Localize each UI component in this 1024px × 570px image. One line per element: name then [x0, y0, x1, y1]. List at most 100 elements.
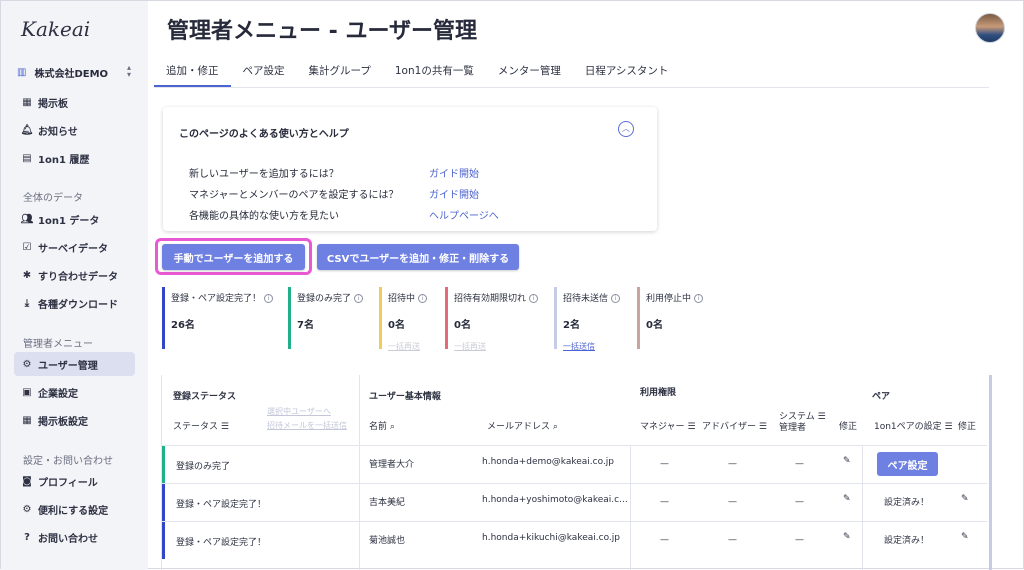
sidebar-item-alignment[interactable]: ✱ すり合わせデータ	[14, 263, 135, 287]
search-icon[interactable]: ⌕	[390, 422, 395, 432]
gear-icon: ⚙	[22, 503, 32, 515]
row-email: h.honda+kikuchi@kakeai.co.jp	[482, 533, 620, 543]
row-status: 登録・ペア設定完了！	[176, 538, 267, 548]
row-email: h.honda+yoshimoto@kakeai.c...	[482, 495, 628, 505]
tab-pair-settings[interactable]: ペア設定	[231, 55, 297, 87]
stat-label: 利用停止中	[646, 294, 692, 304]
edit-pencil-icon[interactable]: ✎	[843, 494, 851, 504]
table-row[interactable]: 登録・ペア設定完了！ 菊池誠也 h.honda+kikuchi@kakeai.c…	[162, 521, 987, 559]
info-icon[interactable]: i	[354, 294, 364, 303]
sidebar-item-preferences[interactable]: ⚙ 便利にする設定	[14, 497, 135, 521]
edit-pencil-icon[interactable]: ✎	[961, 494, 969, 504]
survey-icon: ☑	[22, 241, 32, 253]
col-header-pair-setting[interactable]: 1on1ペアの設定 ☰	[874, 419, 953, 432]
sidebar-item-contact[interactable]: ? お問い合わせ	[14, 525, 135, 549]
edit-pencil-icon[interactable]: ✎	[961, 532, 969, 542]
col-header-name[interactable]: 名前 ⌕	[369, 419, 395, 432]
company-icon: ▣	[22, 386, 32, 398]
row-sysadmin: —	[795, 497, 804, 507]
sidebar-item-history[interactable]: ▤ 1on1 履歴	[14, 146, 135, 170]
info-icon[interactable]: i	[611, 294, 621, 303]
sidebar-item-label: お問い合わせ	[38, 533, 98, 545]
board-settings-icon: ▦	[22, 414, 32, 426]
row-advisor: —	[728, 535, 737, 545]
stat-label: 招待中	[388, 294, 416, 304]
table-scrollbar[interactable]	[989, 375, 992, 570]
user-table: 登録ステータス ユーザー基本情報 利用権限 ペア ステータス ☰ 選択中ユーザー…	[161, 375, 987, 570]
info-icon[interactable]: i	[264, 294, 274, 303]
chevron-up-icon[interactable]: ︿	[618, 121, 634, 137]
filter-icon[interactable]: ☰	[221, 422, 229, 432]
filter-icon[interactable]: ☰	[687, 422, 695, 432]
people-icon: 👥︎	[20, 213, 34, 225]
bulk-send-link[interactable]: 一括送信	[563, 341, 620, 352]
help-guide-link[interactable]: ガイド開始	[429, 186, 479, 201]
group-header-user: ユーザー基本情報	[369, 392, 441, 402]
manual-add-user-button[interactable]: 手動でユーザーを追加する	[162, 244, 305, 270]
stat-registered-paired: 登録・ペア設定完了！ i 26名	[162, 287, 274, 349]
user-manage-icon: ⚙	[22, 358, 32, 370]
stat-value: 26名	[171, 320, 195, 331]
row-name: 管理者大介	[369, 460, 415, 470]
tab-schedule-assistant[interactable]: 日程アシスタント	[573, 55, 681, 87]
app-logo: Kakeai	[21, 17, 91, 41]
help-page-link[interactable]: ヘルプページへ	[429, 207, 499, 222]
sidebar-item-board-settings[interactable]: ▦ 掲示板設定	[14, 408, 135, 432]
sidebar-item-user-management[interactable]: ⚙ ユーザー管理	[14, 352, 135, 376]
col-header-advisor[interactable]: アドバイザー ☰	[702, 419, 767, 432]
help-icon: ?	[24, 531, 30, 543]
row-manager: —	[660, 535, 669, 545]
row-status-accent	[162, 446, 165, 483]
info-icon[interactable]: i	[529, 294, 539, 303]
bulk-resend-link[interactable]: 一括再送	[454, 341, 538, 352]
chevron-updown-icon: ▴ ▾	[126, 63, 131, 79]
table-row[interactable]: 登録・ペア設定完了！ 吉本美紀 h.honda+yoshimoto@kakeai…	[162, 483, 987, 521]
filter-icon[interactable]: ☰	[818, 412, 826, 422]
tab-groups[interactable]: 集計グループ	[297, 55, 383, 87]
tab-1on1-shared[interactable]: 1on1の共有一覧	[383, 55, 486, 87]
col-header-status[interactable]: ステータス ☰	[173, 419, 229, 432]
tab-add-edit[interactable]: 追加・修正	[154, 55, 231, 87]
sidebar-item-company-settings[interactable]: ▣ 企業設定	[14, 380, 135, 404]
sidebar-item-label: すり合わせデータ	[38, 271, 118, 283]
col-header-manager[interactable]: マネジャー ☰	[640, 419, 696, 432]
csv-import-button[interactable]: CSVでユーザーを追加・修正・削除する	[317, 244, 519, 270]
edit-pencil-icon[interactable]: ✎	[843, 532, 851, 542]
info-icon[interactable]: i	[418, 294, 428, 303]
sidebar-item-download[interactable]: ⤓ 各種ダウンロード	[14, 291, 135, 315]
tab-mentor[interactable]: メンター管理	[486, 55, 573, 87]
sidebar-item-label: 掲示板設定	[38, 416, 88, 428]
sidebar-item-label: お知らせ	[38, 126, 78, 138]
stat-invite-expired: 招待有効期限切れ i 0名 一括再送	[445, 287, 539, 352]
puzzle-icon: ✱	[22, 269, 32, 281]
pair-setting-button[interactable]: ペア設定	[877, 452, 938, 476]
help-guide-link[interactable]: ガイド開始	[429, 165, 479, 180]
row-manager: —	[660, 459, 669, 469]
bulk-invite-link[interactable]: 選択中ユーザーへ 招待メールを一括送信	[267, 406, 347, 431]
stat-color-bar	[554, 287, 557, 349]
search-icon[interactable]: ⌕	[553, 422, 558, 432]
info-icon[interactable]: i	[694, 294, 704, 303]
col-header-email[interactable]: メールアドレス ⌕	[487, 419, 558, 432]
row-sysadmin: —	[795, 459, 804, 469]
filter-icon[interactable]: ☰	[945, 422, 953, 432]
sidebar-item-news[interactable]: 🔔︎ お知らせ	[14, 118, 135, 142]
sidebar-item-board[interactable]: ▦ 掲示板	[14, 90, 135, 114]
table-row[interactable]: 登録のみ完了 管理者大介 h.honda+demo@kakeai.co.jp —…	[162, 445, 987, 483]
bulk-resend-link[interactable]: 一括再送	[388, 341, 427, 352]
bell-icon: 🔔︎	[20, 124, 34, 136]
sidebar-item-survey[interactable]: ☑ サーベイデータ	[14, 235, 135, 259]
stat-value: 7名	[297, 320, 314, 331]
filter-icon[interactable]: ☰	[759, 422, 767, 432]
edit-pencil-icon[interactable]: ✎	[843, 456, 851, 466]
help-card: このページのよくある使い方とヘルプ ︿ 新しいユーザーを追加するには？ ガイド開…	[163, 107, 657, 231]
avatar[interactable]	[975, 13, 1005, 43]
company-selector[interactable]: ▥ 株式会社DEMO ▴ ▾	[14, 63, 135, 81]
col-header-sysadmin[interactable]: システム ☰ 管理者	[779, 412, 826, 434]
stat-label: 招待未送信	[563, 294, 609, 304]
tabs-divider	[154, 87, 989, 88]
sidebar-item-profile[interactable]: ◙ プロフィール	[14, 469, 135, 493]
sidebar-item-label: プロフィール	[38, 477, 98, 489]
sidebar-item-label: 1on1 データ	[38, 215, 100, 227]
sidebar-item-1on1-data[interactable]: 👥︎ 1on1 データ	[14, 207, 135, 231]
